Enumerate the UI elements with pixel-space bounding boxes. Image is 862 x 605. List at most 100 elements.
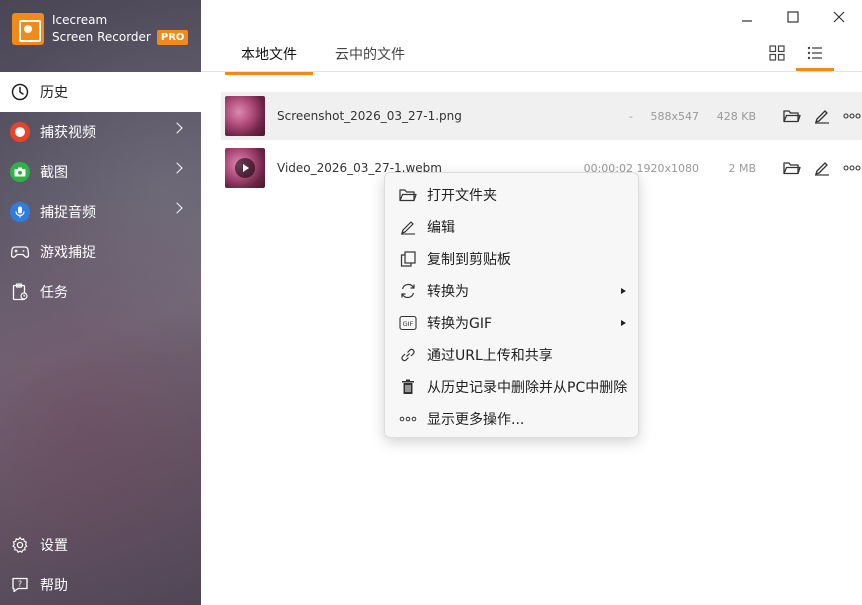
- chevron-right-icon: [171, 202, 183, 214]
- app-name-line2: Screen Recorder: [52, 30, 151, 44]
- sidebar-item-label: 捕捉音频: [40, 205, 96, 221]
- sidebar-item-history[interactable]: 历史: [0, 72, 201, 112]
- list-icon: [807, 46, 822, 60]
- open-folder-button[interactable]: [777, 104, 807, 128]
- sidebar-item-settings[interactable]: 设置: [0, 525, 201, 565]
- pencil-icon: [399, 218, 417, 236]
- sidebar-item-capture-video[interactable]: 捕获视频: [0, 112, 201, 152]
- tab-cloud-files[interactable]: 云中的文件: [319, 38, 421, 72]
- edit-button[interactable]: [807, 156, 837, 180]
- sidebar-item-label: 历史: [40, 85, 68, 101]
- sidebar-bottom-nav: 设置 ? 帮助: [0, 525, 201, 605]
- menu-item-convert[interactable]: 转换为: [385, 275, 638, 307]
- menu-item-edit[interactable]: 编辑: [385, 211, 638, 243]
- window-controls: [724, 6, 862, 28]
- pencil-icon: [815, 110, 829, 124]
- play-icon: [235, 158, 255, 178]
- menu-item-copy-clipboard[interactable]: 复制到剪贴板: [385, 243, 638, 275]
- record-icon: [10, 122, 30, 142]
- more-actions-button[interactable]: [837, 156, 862, 180]
- more-icon: [843, 113, 861, 119]
- convert-icon: [399, 282, 417, 300]
- edit-button[interactable]: [807, 104, 837, 128]
- trash-icon: [399, 378, 417, 396]
- more-icon: [399, 410, 417, 428]
- microphone-icon: [10, 202, 30, 222]
- file-name: Screenshot_2026_03_27-1.png: [277, 109, 462, 123]
- menu-item-label: 编辑: [427, 220, 455, 236]
- submenu-arrow-icon: [621, 320, 626, 326]
- view-mode-toggle: [758, 40, 834, 71]
- menu-item-label: 通过URL上传和共享: [427, 348, 553, 364]
- menu-item-open-folder[interactable]: 打开文件夹: [385, 179, 638, 211]
- file-size: 2 MB: [728, 161, 756, 175]
- minimize-button[interactable]: [724, 6, 770, 28]
- chevron-right-icon: [171, 122, 183, 134]
- file-resolution: 1920x1080: [636, 161, 700, 175]
- menu-item-upload-share[interactable]: 通过URL上传和共享: [385, 339, 638, 371]
- list-view-button[interactable]: [796, 40, 834, 71]
- file-resolution: 588x547: [650, 109, 699, 123]
- sidebar-item-label: 截图: [40, 165, 68, 181]
- menu-item-delete[interactable]: 从历史记录中删除并从PC中删除: [385, 371, 638, 403]
- sidebar: Icecream Screen Recorder PRO 历史 捕获视频 截图 …: [0, 0, 201, 605]
- menu-item-label: 转换为GIF: [427, 316, 493, 332]
- maximize-icon: [787, 11, 799, 23]
- pro-badge: PRO: [156, 30, 189, 45]
- header-divider: [201, 71, 862, 72]
- close-icon: [833, 11, 845, 23]
- menu-item-label: 显示更多操作...: [427, 412, 525, 428]
- context-menu: 打开文件夹 编辑 复制到剪贴板 转换为 GIF 转换为GIF 通过URL上传和共…: [384, 172, 639, 438]
- menu-item-more-actions[interactable]: 显示更多操作...: [385, 403, 638, 435]
- file-duration: -: [629, 109, 633, 123]
- more-icon: [843, 165, 861, 171]
- sidebar-item-label: 任务: [40, 285, 68, 301]
- sidebar-item-screenshot[interactable]: 截图: [0, 152, 201, 192]
- app-name-line1: Icecream: [52, 13, 108, 27]
- folder-icon: [399, 186, 417, 204]
- menu-item-label: 复制到剪贴板: [427, 252, 511, 268]
- menu-item-label: 转换为: [427, 284, 469, 300]
- help-icon: ?: [10, 575, 30, 595]
- sidebar-item-label: 捕获视频: [40, 125, 96, 141]
- sidebar-item-label: 设置: [40, 538, 68, 554]
- link-icon: [399, 346, 417, 364]
- menu-item-convert-gif[interactable]: GIF 转换为GIF: [385, 307, 638, 339]
- task-icon: [10, 282, 30, 302]
- maximize-button[interactable]: [770, 6, 816, 28]
- copy-icon: [399, 250, 417, 268]
- tab-local-files[interactable]: 本地文件: [225, 38, 313, 75]
- gamepad-icon: [10, 242, 30, 262]
- app-brand: Icecream Screen Recorder PRO: [12, 12, 189, 46]
- file-size: 428 KB: [716, 109, 756, 123]
- camera-icon: [10, 162, 30, 182]
- file-row[interactable]: Screenshot_2026_03_27-1.png - 588x547 42…: [221, 92, 862, 140]
- open-folder-button[interactable]: [777, 156, 807, 180]
- grid-view-button[interactable]: [758, 40, 796, 66]
- minimize-icon: [742, 20, 752, 22]
- app-logo-icon: [12, 13, 44, 45]
- sidebar-item-capture-audio[interactable]: 捕捉音频: [0, 192, 201, 232]
- chevron-right-icon: [171, 162, 183, 174]
- clock-icon: [10, 82, 30, 102]
- folder-icon: [783, 162, 801, 175]
- menu-item-label: 从历史记录中删除并从PC中删除: [427, 380, 628, 396]
- sidebar-item-label: 游戏捕捉: [40, 245, 96, 261]
- folder-icon: [783, 110, 801, 123]
- close-button[interactable]: [816, 6, 862, 28]
- svg-text:GIF: GIF: [403, 320, 414, 328]
- file-thumbnail: [225, 148, 265, 188]
- sidebar-item-game-capture[interactable]: 游戏捕捉: [0, 232, 201, 272]
- sidebar-nav: 历史 捕获视频 截图 捕捉音频 游戏捕捉 任务: [0, 72, 201, 312]
- gear-icon: [10, 535, 30, 555]
- pencil-icon: [815, 162, 829, 176]
- svg-text:?: ?: [18, 580, 22, 589]
- submenu-arrow-icon: [621, 288, 626, 294]
- menu-item-label: 打开文件夹: [427, 188, 497, 204]
- sidebar-item-help[interactable]: ? 帮助: [0, 565, 201, 605]
- more-actions-button[interactable]: [837, 104, 862, 128]
- sidebar-item-tasks[interactable]: 任务: [0, 272, 201, 312]
- file-thumbnail: [225, 96, 265, 136]
- file-source-tabs: 本地文件 云中的文件: [225, 38, 427, 75]
- grid-icon: [769, 45, 785, 61]
